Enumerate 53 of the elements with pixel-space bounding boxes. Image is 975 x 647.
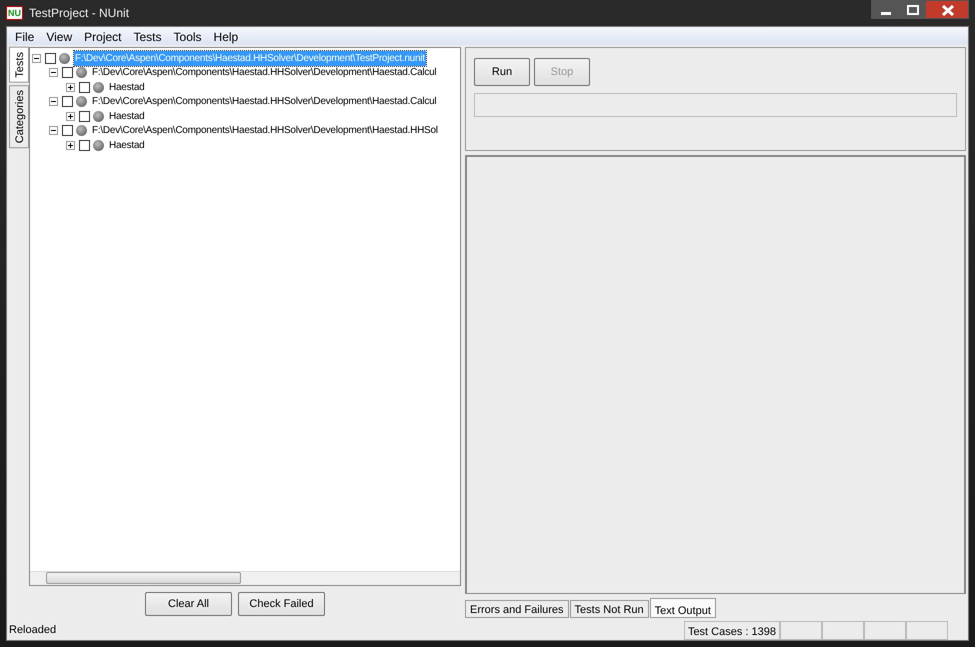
menu-item[interactable]: Project — [78, 27, 128, 45]
tree-item[interactable]: Haestad — [108, 108, 146, 124]
result-tab[interactable]: Errors and Failures — [465, 600, 569, 618]
status-icon — [76, 125, 87, 136]
menu-item[interactable]: View — [40, 27, 78, 45]
checkbox[interactable] — [79, 110, 90, 122]
checkbox[interactable] — [79, 140, 90, 151]
check-failed-button[interactable]: Check Failed — [238, 592, 325, 616]
app-icon: NU — [6, 6, 23, 20]
collapse-icon[interactable] — [49, 68, 58, 78]
minimize-icon[interactable] — [871, 0, 899, 19]
run-button[interactable]: Run — [474, 58, 530, 86]
collapse-icon[interactable] — [49, 97, 58, 106]
status-icon — [76, 96, 87, 108]
checkbox[interactable] — [45, 52, 56, 64]
menu-item[interactable]: Tests — [128, 27, 168, 45]
status-icon — [93, 82, 104, 93]
collapse-icon[interactable] — [49, 126, 58, 136]
collapse-icon[interactable] — [32, 54, 41, 63]
tree-item[interactable]: F:\Dev\Core\Aspen\Components\Haestad.HHSolver\Development\Haestad.Calcul — [91, 65, 438, 80]
tree-item[interactable]: Haestad — [108, 80, 146, 95]
side-tab[interactable]: Categories — [9, 84, 29, 148]
expand-icon[interactable] — [66, 82, 75, 92]
result-tab[interactable]: Tests Not Run — [570, 600, 649, 618]
expand-icon[interactable] — [66, 140, 75, 150]
menu-item[interactable]: Help — [208, 27, 244, 45]
status-panel — [906, 620, 948, 640]
expand-icon[interactable] — [66, 112, 75, 121]
status-panel — [864, 620, 906, 640]
tree-item[interactable]: Haestad — [108, 138, 146, 153]
result-tab[interactable]: Text Output — [650, 598, 716, 618]
status-icon — [93, 140, 104, 151]
checkbox[interactable] — [62, 96, 73, 108]
status-icon — [59, 52, 70, 64]
tree-item[interactable]: F:\Dev\Core\Aspen\Components\Haestad.HHSolver\Development\Haestad.Calcul — [91, 94, 438, 110]
status-icon — [76, 67, 87, 78]
checkbox[interactable] — [62, 125, 73, 136]
checkbox[interactable] — [62, 67, 73, 78]
window-title: TestProject - NUnit — [29, 5, 130, 22]
status-panel — [822, 620, 864, 640]
menu-item[interactable]: Tools — [168, 27, 208, 45]
clear-all-button[interactable]: Clear All — [145, 592, 232, 616]
checkbox[interactable] — [79, 82, 90, 93]
maximize-icon[interactable] — [899, 0, 925, 19]
close-icon[interactable] — [925, 0, 969, 19]
status-icon — [93, 110, 104, 122]
horizontal-scrollbar[interactable] — [30, 570, 460, 584]
menu-item[interactable]: File — [9, 27, 40, 45]
side-tab[interactable]: Tests — [9, 47, 29, 83]
status-panel: Test Cases : 1398 — [684, 620, 780, 640]
tree-item[interactable]: F:\Dev\Core\Aspen\Components\Haestad.HHSolver\Development\Haestad.HHSol — [91, 123, 439, 138]
status-panel — [780, 620, 822, 640]
status-message: Reloaded — [9, 622, 58, 638]
